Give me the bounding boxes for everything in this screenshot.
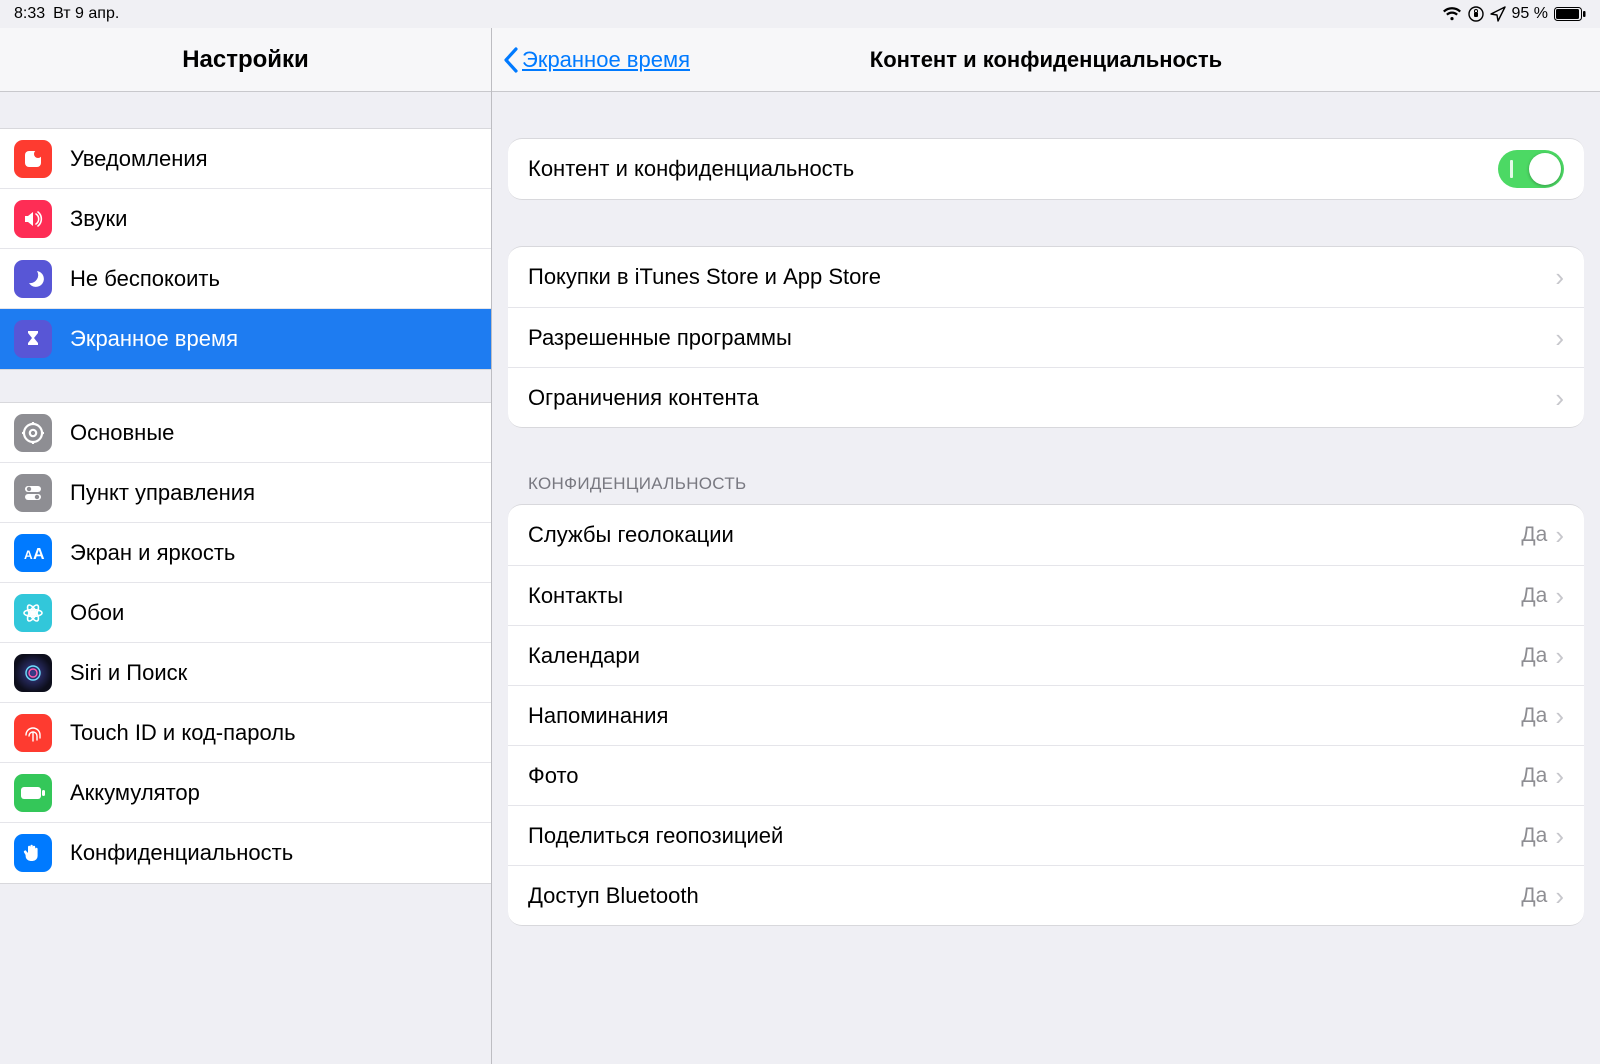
gear-icon: [14, 414, 52, 452]
sidebar-item-label: Обои: [70, 600, 124, 626]
chevron-right-icon: ›: [1555, 522, 1564, 548]
sidebar-item-label: Аккумулятор: [70, 780, 200, 806]
content-restrictions-row[interactable]: Ограничения контента ›: [508, 367, 1584, 427]
sidebar-item-sounds[interactable]: Звуки: [0, 189, 491, 249]
battery-icon: [1554, 7, 1586, 21]
row-value: Да: [1521, 584, 1547, 608]
row-value: Да: [1521, 704, 1547, 728]
allowed-apps-row[interactable]: Разрешенные программы ›: [508, 307, 1584, 367]
sounds-icon: [14, 200, 52, 238]
fingerprint-icon: [14, 714, 52, 752]
battery-icon: [14, 774, 52, 812]
sidebar-item-label: Уведомления: [70, 146, 208, 172]
detail-title: Контент и конфиденциальность: [870, 47, 1222, 73]
content-privacy-toggle-row[interactable]: Контент и конфиденциальность: [508, 139, 1584, 199]
sidebar-item-notifications[interactable]: Уведомления: [0, 129, 491, 189]
row-value: Да: [1521, 523, 1547, 547]
row-value: Да: [1521, 644, 1547, 668]
row-label: Доступ Bluetooth: [528, 883, 1521, 909]
photos-row[interactable]: Фото Да ›: [508, 745, 1584, 805]
sidebar-item-label: Конфиденциальность: [70, 840, 293, 866]
sidebar-item-privacy[interactable]: Конфиденциальность: [0, 823, 491, 883]
sidebar-item-general[interactable]: Основные: [0, 403, 491, 463]
detail-header: Экранное время Контент и конфиденциально…: [492, 28, 1600, 92]
itunes-appstore-row[interactable]: Покупки в iTunes Store и App Store ›: [508, 247, 1584, 307]
row-label: Поделиться геопозицией: [528, 823, 1521, 849]
chevron-right-icon: ›: [1555, 703, 1564, 729]
sidebar-item-touchid[interactable]: Touch ID и код-пароль: [0, 703, 491, 763]
row-value: Да: [1521, 824, 1547, 848]
share-location-row[interactable]: Поделиться геопозицией Да ›: [508, 805, 1584, 865]
sidebar-item-label: Пункт управления: [70, 480, 255, 506]
sidebar-item-label: Экран и яркость: [70, 540, 235, 566]
toggle-switch[interactable]: [1498, 150, 1564, 188]
chevron-right-icon: ›: [1555, 643, 1564, 669]
chevron-right-icon: ›: [1555, 883, 1564, 909]
privacy-section-header: КОНФИДЕНЦИАЛЬНОСТЬ: [492, 474, 1600, 504]
sidebar-item-label: Звуки: [70, 206, 127, 232]
bluetooth-row[interactable]: Доступ Bluetooth Да ›: [508, 865, 1584, 925]
sidebar-list: Уведомления Звуки Не беспокоить: [0, 92, 491, 1064]
row-label: Службы геолокации: [528, 522, 1521, 548]
row-label: Ограничения контента: [528, 385, 1555, 411]
hourglass-icon: [14, 320, 52, 358]
settings-sidebar: Настройки Уведомления Звуки: [0, 28, 492, 1064]
sidebar-item-label: Основные: [70, 420, 174, 446]
chevron-right-icon: ›: [1555, 583, 1564, 609]
chevron-right-icon: ›: [1555, 823, 1564, 849]
sidebar-item-label: Экранное время: [70, 326, 238, 352]
row-value: Да: [1521, 884, 1547, 908]
row-value: Да: [1521, 764, 1547, 788]
sidebar-item-battery[interactable]: Аккумулятор: [0, 763, 491, 823]
moon-icon: [14, 260, 52, 298]
sidebar-item-dnd[interactable]: Не беспокоить: [0, 249, 491, 309]
sidebar-item-label: Не беспокоить: [70, 266, 220, 292]
back-button[interactable]: Экранное время: [502, 28, 690, 91]
chevron-right-icon: ›: [1555, 264, 1564, 290]
notifications-icon: [14, 140, 52, 178]
chevron-right-icon: ›: [1555, 325, 1564, 351]
chevron-right-icon: ›: [1555, 385, 1564, 411]
svg-text:A: A: [24, 548, 33, 562]
toggles-icon: [14, 474, 52, 512]
privacy-section: Службы геолокации Да › Контакты Да › Кал…: [508, 504, 1584, 926]
text-size-icon: AA: [14, 534, 52, 572]
reminders-row[interactable]: Напоминания Да ›: [508, 685, 1584, 745]
row-label: Календари: [528, 643, 1521, 669]
row-label: Фото: [528, 763, 1521, 789]
orientation-lock-icon: [1468, 6, 1484, 22]
contacts-row[interactable]: Контакты Да ›: [508, 565, 1584, 625]
sidebar-title: Настройки: [0, 28, 491, 92]
row-label: Контакты: [528, 583, 1521, 609]
flower-icon: [14, 594, 52, 632]
chevron-left-icon: [502, 46, 520, 74]
calendars-row[interactable]: Календари Да ›: [508, 625, 1584, 685]
battery-percent: 95 %: [1512, 5, 1548, 23]
svg-text:A: A: [33, 546, 45, 563]
status-date: Вт 9 апр.: [53, 5, 119, 23]
sidebar-item-label: Siri и Поиск: [70, 660, 187, 686]
sidebar-item-display[interactable]: AA Экран и яркость: [0, 523, 491, 583]
sidebar-item-wallpaper[interactable]: Обои: [0, 583, 491, 643]
status-bar: 8:33 Вт 9 апр. 95 %: [0, 0, 1600, 28]
siri-icon: [14, 654, 52, 692]
back-label: Экранное время: [522, 47, 690, 73]
wifi-icon: [1442, 7, 1462, 21]
chevron-right-icon: ›: [1555, 763, 1564, 789]
master-toggle-section: Контент и конфиденциальность: [508, 138, 1584, 200]
row-label: Покупки в iTunes Store и App Store: [528, 264, 1555, 290]
sidebar-item-siri[interactable]: Siri и Поиск: [0, 643, 491, 703]
detail-pane: Экранное время Контент и конфиденциально…: [492, 28, 1600, 1064]
sidebar-item-controlcenter[interactable]: Пункт управления: [0, 463, 491, 523]
sidebar-item-screentime[interactable]: Экранное время: [0, 309, 491, 369]
toggle-label: Контент и конфиденциальность: [528, 156, 1498, 182]
restrictions-section: Покупки в iTunes Store и App Store › Раз…: [508, 246, 1584, 428]
row-label: Напоминания: [528, 703, 1521, 729]
status-time: 8:33: [14, 5, 45, 23]
sidebar-item-label: Touch ID и код-пароль: [70, 720, 296, 746]
hand-icon: [14, 834, 52, 872]
location-icon: [1490, 6, 1506, 22]
location-services-row[interactable]: Службы геолокации Да ›: [508, 505, 1584, 565]
row-label: Разрешенные программы: [528, 325, 1555, 351]
